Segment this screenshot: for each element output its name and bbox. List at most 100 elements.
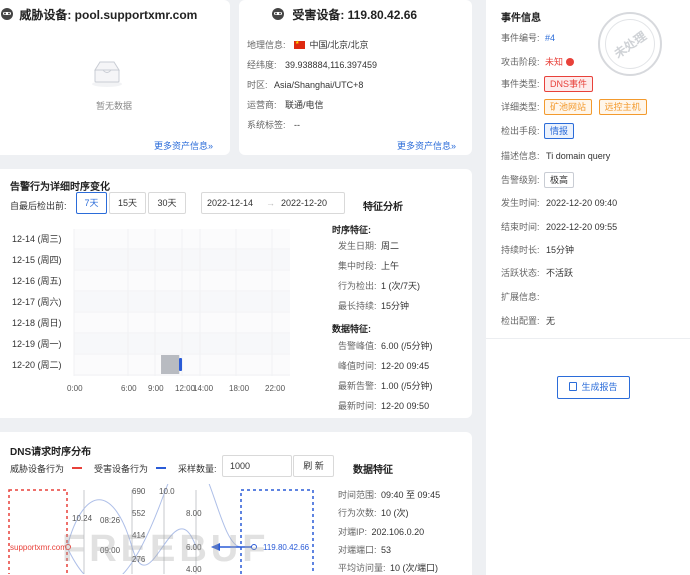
info-value: 联通/电信: [285, 100, 324, 110]
axis-label: 552: [132, 509, 146, 518]
feature-value: 09:40 至 09:45: [381, 490, 441, 500]
event-value: 15分钟: [546, 245, 575, 255]
threat-node-box: [8, 489, 68, 574]
range-7d-button[interactable]: 7天: [76, 192, 107, 214]
refresh-button[interactable]: 刷 新: [293, 455, 334, 477]
feature-label: 行为次数:: [338, 508, 377, 518]
victim-device-title-text: 受害设备: 119.80.42.66: [292, 8, 418, 22]
info-value: 中国/北京/北京: [309, 40, 369, 50]
timing-title: 时序特征:: [332, 225, 371, 235]
feature-value: 15分钟: [381, 301, 410, 311]
info-value: --: [294, 120, 301, 130]
feature-value: 202.106.0.20: [371, 527, 425, 537]
detail-type-tag: 矿池网站: [544, 99, 593, 115]
range-30d-button[interactable]: 30天: [148, 192, 186, 214]
event-id[interactable]: #4: [545, 33, 555, 43]
victim-more-link[interactable]: 更多资产信息»: [397, 139, 456, 152]
alert-level-tag: 极高: [544, 172, 575, 188]
date-start: 2022-12-14: [207, 198, 254, 208]
threat-device-title: 威胁设备: pool.supportxmr.com: [0, 6, 197, 23]
feature-label: 对端端口:: [338, 545, 377, 555]
axis-label: 8.00: [186, 509, 202, 518]
event-type-tag: DNS事件: [544, 76, 594, 92]
timeline-title: 告警行为详细时序变化: [10, 182, 110, 193]
hour-tick-label: 22:00: [265, 384, 286, 393]
info-value: 39.938884,116.397459: [285, 60, 377, 70]
event-label: 描述信息:: [501, 151, 540, 161]
event-label: 攻击阶段:: [501, 57, 540, 67]
day-tick-label: 12-15 (周四): [12, 255, 62, 265]
hour-tick-label: 9:00: [148, 384, 164, 393]
feature-value: 1.00 (/5分钟): [381, 381, 433, 391]
detail-type-tag: 远控主机: [598, 99, 647, 115]
attack-stage-value: 未知: [545, 57, 564, 67]
dns-feature-title: 数据特征: [353, 465, 393, 476]
hour-tick-label: 18:00: [229, 384, 250, 393]
event-label: 告警级别:: [501, 175, 540, 185]
feature-value: 周二: [381, 241, 400, 251]
event-value: 无: [546, 316, 556, 326]
activity-bar: [161, 355, 180, 374]
event-label: 检出配置:: [501, 316, 540, 326]
date-end: 2022-12-20: [281, 198, 328, 208]
axis-label: 690: [132, 487, 146, 496]
detection-tag: 情报: [544, 123, 575, 139]
feature-label: 平均访问量:: [338, 563, 386, 573]
report-icon: [569, 382, 578, 391]
recent-label: 自最后检出前:: [10, 201, 67, 211]
legend-victim-swatch: [155, 467, 166, 469]
timeline-chart: 12-14 (周三) 12-15 (周四) 12-16 (周五) 12-17 (周六)…: [12, 229, 290, 393]
axis-label: 10.0: [159, 487, 175, 496]
axis-label: 08:26: [100, 516, 121, 525]
threat-more-link[interactable]: 更多资产信息»: [154, 139, 213, 152]
watermark: FREEBUF: [62, 528, 270, 570]
range-15d-button[interactable]: 15天: [109, 192, 146, 214]
victim-node-label[interactable]: 119.80.42.66: [263, 543, 309, 552]
feature-analysis-title: 特征分析: [363, 202, 403, 213]
day-tick-label: 12-14 (周三): [12, 234, 62, 244]
feature-value: 上午: [381, 261, 400, 271]
event-label: 详细类型:: [501, 102, 540, 112]
feature-value: 6.00 (/5分钟): [381, 341, 433, 351]
feature-value: 10 (次/端口): [390, 563, 439, 573]
activity-peak-marker: [179, 358, 183, 371]
feature-label: 集中时段:: [338, 261, 377, 271]
event-value: 不活跃: [546, 268, 574, 278]
feature-label: 时间范围:: [338, 490, 377, 500]
empty-text: 暂无数据: [96, 101, 133, 111]
legend-victim-label: 受害设备行为: [94, 464, 149, 474]
event-label: 事件类型:: [501, 79, 540, 89]
info-label: 时区:: [247, 80, 268, 90]
feature-label: 最长持续:: [338, 301, 377, 311]
info-value: Asia/Shanghai/UTC+8: [274, 80, 364, 90]
legend-threat-swatch: [71, 467, 82, 469]
feature-value: 12-20 09:45: [381, 361, 430, 371]
arrow-right-icon: →: [266, 198, 275, 208]
sample-input[interactable]: 1000: [222, 455, 292, 477]
hour-tick-label: 0:00: [67, 384, 83, 393]
threat-device-card: 威胁设备: pool.supportxmr.com 暂无数据 更多资产信息»: [0, 0, 230, 155]
divider: [486, 338, 690, 339]
unprocessed-stamp: 未处理: [598, 12, 662, 76]
event-value: Ti domain query: [546, 151, 611, 161]
generate-report-button[interactable]: 生成报告: [557, 376, 630, 399]
event-label: 结束时间:: [501, 222, 540, 232]
day-tick-label: 12-16 (周五): [12, 276, 62, 286]
event-label: 事件编号:: [501, 33, 540, 43]
date-range-picker[interactable]: 2022-12-14 → 2022-12-20: [201, 192, 345, 214]
feature-label: 告警峰值:: [338, 341, 377, 351]
feature-label: 最新告警:: [338, 381, 377, 391]
feature-value: 12-20 09:50: [381, 401, 430, 411]
event-info-card: 事件信息 未处理 事件编号: #4 攻击阶段: 未知 事件类型: DNS事件 详…: [486, 0, 690, 575]
event-label: 持续时长:: [501, 245, 540, 255]
dns-card: DNS请求时序分布 威胁设备行为 受害设备行为 采样数量: 1000 刷 新 数…: [0, 432, 472, 575]
sample-label: 采样数量:: [178, 464, 217, 474]
axis-label: 10.24: [72, 514, 93, 523]
threat-node-label[interactable]: supportxmr.com: [10, 543, 67, 552]
feature-value: 10 (次): [381, 508, 409, 518]
generate-report-label: 生成报告: [581, 382, 618, 392]
day-tick-label: 12-19 (周一): [12, 339, 62, 349]
event-label: 检出手段:: [501, 126, 540, 136]
info-label: 地理信息:: [247, 40, 286, 50]
legend-threat-label: 威胁设备行为: [10, 464, 65, 474]
